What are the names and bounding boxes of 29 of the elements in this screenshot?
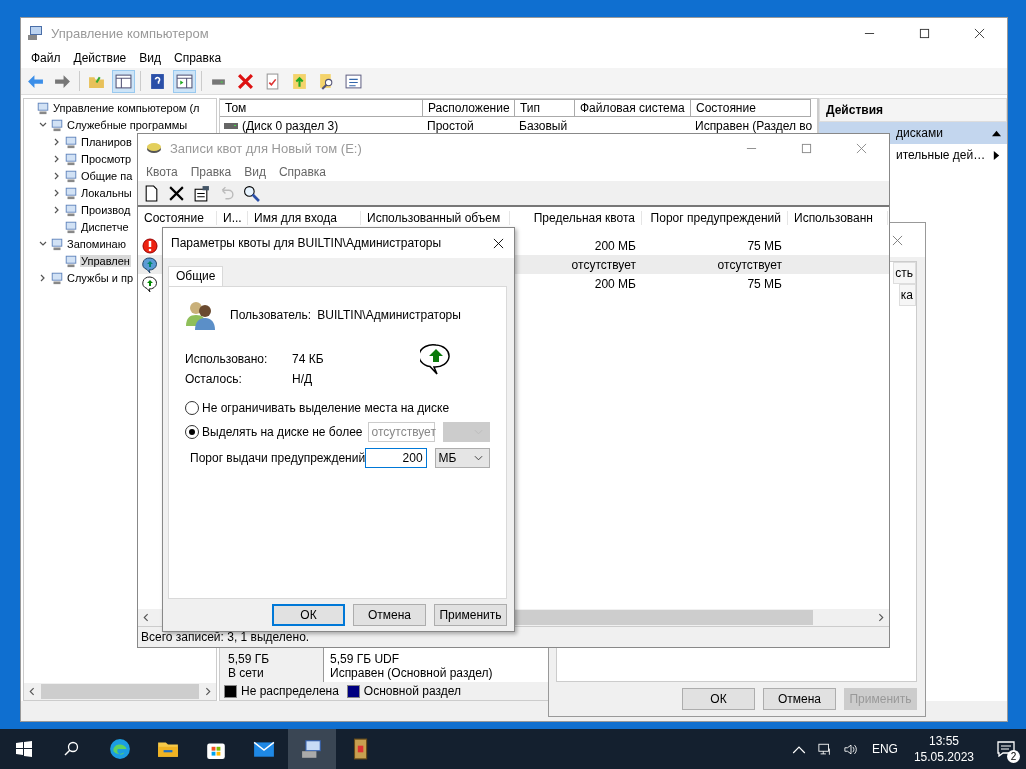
- used-value: 74 КБ: [292, 351, 324, 366]
- remaining-value: Н/Д: [292, 371, 313, 386]
- table-cell-text: отсутствует: [716, 257, 783, 272]
- status-text: Всего записей: 3, 1 выделено.: [141, 630, 310, 644]
- table-cell-text: Базовый: [518, 119, 569, 133]
- partition-status: Исправен (Основной раздел): [330, 666, 494, 680]
- actions-header: Действия: [819, 98, 1007, 122]
- user-name: BUILTIN\Администраторы: [317, 307, 461, 322]
- warning-label: Порог выдачи предупреждений: [190, 450, 366, 465]
- legend-label: Не распределена: [241, 684, 339, 698]
- notification-count: 2: [1007, 750, 1020, 763]
- legend-label: Основной раздел: [363, 684, 461, 698]
- table-cell-text: Простой: [426, 119, 475, 133]
- table-cell-text: Исправен (Раздел во: [694, 119, 811, 133]
- disk-state: В сети: [228, 666, 265, 680]
- disk-size: 5,59 ГБ: [228, 652, 271, 666]
- window-title: Управление компьютером: [51, 25, 209, 41]
- table-cell-text: 75 МБ: [746, 238, 783, 253]
- table-cell-text: 200 МБ: [593, 238, 637, 253]
- table-cell-text: 75 МБ: [746, 276, 783, 291]
- window-title: Записи квот для Новый том (E:): [170, 140, 362, 156]
- table-cell: (Диск 0 раздел 3): [242, 119, 339, 133]
- remaining-label: Осталось:: [185, 371, 243, 386]
- dialog-title: Параметры квоты для BUILTIN\Администраторы: [171, 236, 443, 250]
- partition-size: 5,59 ГБ UDF: [330, 652, 401, 666]
- table-cell-text: отсутствует: [570, 257, 637, 272]
- table-cell-text: 200 МБ: [593, 276, 637, 291]
- user-label: Пользователь:: [230, 307, 312, 322]
- used-label: Использовано:: [185, 351, 269, 366]
